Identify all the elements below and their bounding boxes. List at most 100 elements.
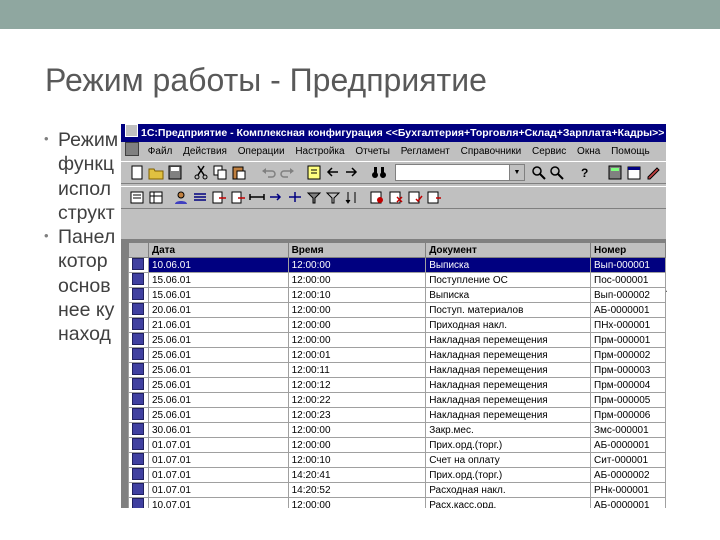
width-icon[interactable] [249,190,265,205]
cell-date[interactable]: 01.07.01 [147,437,289,453]
cell-date[interactable]: 15.06.01 [147,272,289,288]
edit-icon[interactable] [645,165,661,180]
row-icon-cell[interactable] [128,272,149,288]
table-row[interactable]: 21.06.01 12:00:00 Приходная накл. ПНх-00000… [128,317,666,333]
cell-number[interactable]: Вып-000002 [590,287,666,303]
row-icon-cell[interactable] [128,392,149,408]
cell-time[interactable]: 12:00:12 [287,377,427,393]
menu-references[interactable]: Справочники [457,143,526,160]
row-icon-cell[interactable] [128,407,149,423]
table-row[interactable]: 15.06.01 12:00:10 Выписка Вып-000002 [128,287,666,303]
table-row[interactable]: 01.07.01 12:00:10 Счет на оплату Сит-000001 [128,452,666,468]
cell-date[interactable]: 10.07.01 [147,497,289,508]
row-icon-cell[interactable] [128,347,149,363]
find-icon[interactable] [531,165,547,180]
copy-icon[interactable] [212,165,228,180]
cell-date[interactable]: 20.06.01 [147,302,289,318]
cell-date[interactable]: 25.06.01 [147,392,289,408]
row-icon-cell[interactable] [128,452,149,468]
cell-number[interactable]: Прм-000003 [590,362,666,378]
cell-time[interactable]: 12:00:10 [287,452,427,468]
menu-file[interactable]: Файл [144,143,177,160]
forward-arrow-icon[interactable] [343,165,359,180]
menu-operations[interactable]: Операции [234,143,289,160]
cell-time[interactable]: 12:00:23 [287,407,427,423]
binoculars-icon[interactable] [371,165,387,180]
cell-number[interactable]: Прм-000006 [590,407,666,423]
paste-icon[interactable] [231,165,247,180]
move-right-icon[interactable] [268,190,284,205]
row-icon-cell[interactable] [128,497,149,508]
menu-reports[interactable]: Отчеты [351,143,394,160]
cell-time[interactable]: 12:00:11 [287,362,427,378]
cell-date[interactable]: 10.06.01 [147,257,289,273]
search-combo-box[interactable]: ▼ [395,164,525,181]
sort-icon[interactable] [344,190,360,205]
cell-time[interactable]: 12:00:00 [287,257,427,273]
menu-windows[interactable]: Окна [573,143,604,160]
row-icon-cell[interactable] [128,467,149,483]
row-icon-cell[interactable] [128,362,149,378]
table-row[interactable]: 01.07.01 14:20:52 Расходная накл. РНк-00000… [128,482,666,498]
filter-icon[interactable] [306,190,322,205]
form-icon[interactable] [306,165,322,180]
cell-document[interactable]: Прих.орд.(торг.) [425,437,592,453]
header-document[interactable]: Документ [425,242,592,258]
cell-document[interactable]: Выписка [425,287,592,303]
table-icon[interactable] [148,190,164,205]
cell-number[interactable]: Сит-000001 [590,452,666,468]
cell-number[interactable]: АБ-0000001 [590,302,666,318]
cell-date[interactable]: 30.06.01 [147,422,289,438]
table-row[interactable]: 15.06.01 12:00:00 Поступление ОС Пос-000001 [128,272,666,288]
cell-time[interactable]: 12:00:00 [287,272,427,288]
cell-number[interactable]: Прм-000004 [590,377,666,393]
cell-number[interactable]: АБ-0000001 [590,437,666,453]
cell-document[interactable]: Расх.касс.орд. [425,497,592,508]
chevron-down-icon[interactable]: ▼ [509,165,524,180]
cell-number[interactable]: Змс-000001 [590,422,666,438]
cell-document[interactable]: Поступ. материалов [425,302,592,318]
new-document-icon[interactable] [129,165,145,180]
cell-time[interactable]: 12:00:00 [287,317,427,333]
row-icon-cell[interactable] [128,437,149,453]
cell-number[interactable]: Прм-000002 [590,347,666,363]
cell-time[interactable]: 12:00:00 [287,437,427,453]
cell-number[interactable]: ПНх-000001 [590,317,666,333]
row-icon-cell[interactable] [128,332,149,348]
cell-document[interactable]: Поступление ОС [425,272,592,288]
row-icon-cell[interactable] [128,422,149,438]
table-row[interactable]: 01.07.01 12:00:00 Прих.орд.(торг.) АБ-00000… [128,437,666,453]
calculator-icon[interactable] [607,165,623,180]
cell-date[interactable]: 25.06.01 [147,362,289,378]
table-row[interactable]: 20.06.01 12:00:00 Поступ. материалов АБ-000… [128,302,666,318]
cut-icon[interactable] [193,165,209,180]
cell-document[interactable]: Приходная накл. [425,317,592,333]
cell-document[interactable]: Накладная перемещения [425,332,592,348]
cell-document[interactable]: Накладная перемещения [425,377,592,393]
menu-settings[interactable]: Настройка [291,143,348,160]
table-row[interactable]: 10.06.01 12:00:00 Выписка Вып-000001 [128,257,666,273]
cell-number[interactable]: АБ-0000001 [590,497,666,508]
cell-number[interactable]: Прм-000001 [590,332,666,348]
cell-date[interactable]: 01.07.01 [147,467,289,483]
cell-date[interactable]: 21.06.01 [147,317,289,333]
cell-number[interactable]: АБ-0000002 [590,467,666,483]
unpost-document-icon[interactable] [426,190,442,205]
find-next-icon[interactable] [549,165,565,180]
cell-time[interactable]: 12:00:00 [287,497,427,508]
cell-document[interactable]: Накладная перемещения [425,347,592,363]
person-icon[interactable] [173,190,189,205]
cell-document[interactable]: Прих.орд.(торг.) [425,467,592,483]
table-row[interactable]: 30.06.01 12:00:00 Закр.мес. Змс-000001 [128,422,666,438]
row-icon-cell[interactable] [128,317,149,333]
cell-time[interactable]: 12:00:22 [287,392,427,408]
row-icon-cell[interactable] [128,287,149,303]
cell-date[interactable]: 25.06.01 [147,332,289,348]
cell-time[interactable]: 12:00:01 [287,347,427,363]
table-row[interactable]: 25.06.01 12:00:01 Накладная перемещения Прм… [128,347,666,363]
list-icon[interactable] [192,190,208,205]
cell-document[interactable]: Накладная перемещения [425,392,592,408]
cell-document[interactable]: Счет на оплату [425,452,592,468]
cell-number[interactable]: Прм-000005 [590,392,666,408]
cell-date[interactable]: 15.06.01 [147,287,289,303]
